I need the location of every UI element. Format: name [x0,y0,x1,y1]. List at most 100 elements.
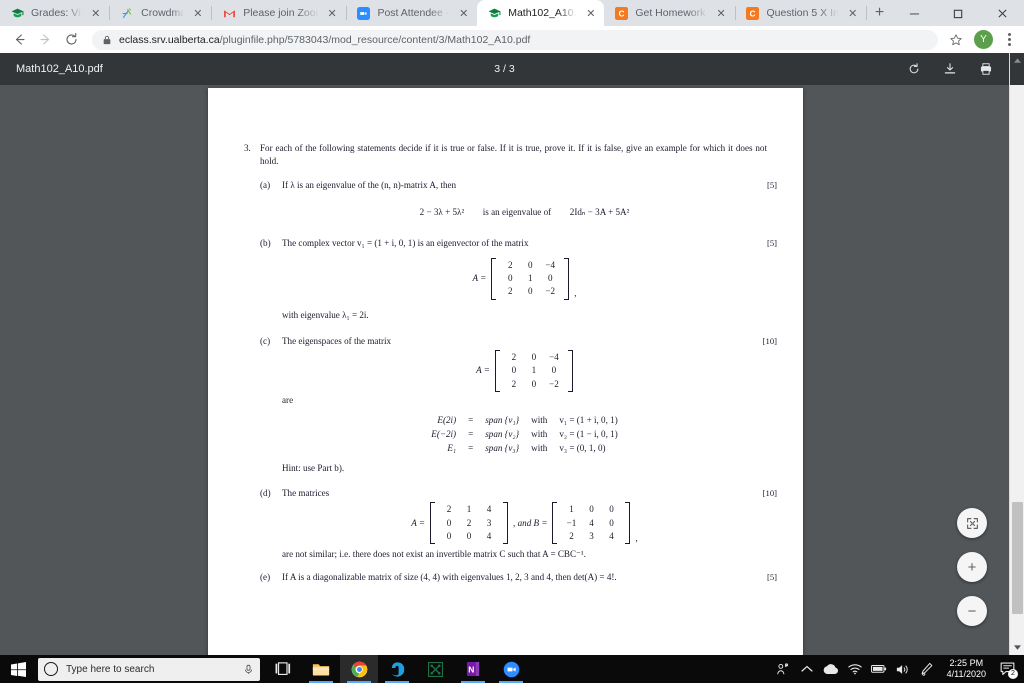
part-b: (b) The complex vector v₁ = (1 + i, 0, 1… [244,237,777,322]
fit-to-page-button[interactable] [957,508,987,538]
show-hidden-icons-chevron[interactable] [795,655,819,683]
address-bar[interactable]: eclass.srv.ualberta.ca/pluginfile.php/57… [92,29,938,50]
battery-icon[interactable] [867,655,891,683]
matrix-cell: 1 [569,504,574,515]
part-d-matrix-trailer: , [635,532,638,543]
browser-tab-grades-view[interactable]: Grades: View ✕ [0,0,109,26]
minimize-icon[interactable] [892,0,936,26]
volume-icon[interactable] [891,655,915,683]
browser-tab-math102-pdf[interactable]: Math102_A10.pdf ✕ [477,0,605,26]
browser-tab-get-homework-help[interactable]: C Get Homework He ✕ [604,0,734,26]
matrix-cell: 0 [527,286,533,297]
part-c-matrix: 2 0 −4 0 1 0 2 0 −2 [494,349,573,393]
zoom-icon[interactable] [492,655,530,683]
forward-arrow-icon[interactable] [32,27,58,53]
chrome-icon[interactable] [340,655,378,683]
kebab-menu-icon[interactable] [1000,29,1018,51]
svg-text:N: N [468,664,474,674]
onedrive-cloud-icon[interactable] [819,655,843,683]
pdf-page-indicator: 3 / 3 [494,63,515,75]
matrix-cell: 4 [486,504,492,515]
pen-icon[interactable] [915,655,939,683]
scroll-down-arrow-icon[interactable] [1010,640,1024,655]
excel-icon[interactable] [416,655,454,683]
screen: Grades: View ✕ Crowdmark ✕ Please j [0,0,1024,683]
eq-sign: = [468,443,474,454]
eigenspace-label: E₁ [447,443,457,454]
task-view-icon[interactable] [264,655,302,683]
span-expr: span {v₂} [485,429,520,440]
matrix-cell: 0 [531,378,537,389]
matrix-cell: −4 [545,259,556,270]
part-c-connector: are [282,395,294,406]
tab-close-icon[interactable]: ✕ [583,6,598,21]
star-icon[interactable] [945,29,967,51]
zoom-in-button[interactable]: + [957,552,987,582]
question-number: 3. [244,143,251,153]
pdf-toolbar: Math102_A10.pdf 3 / 3 [0,53,1009,85]
tab-close-icon[interactable]: ✕ [845,6,860,21]
tab-close-icon[interactable]: ✕ [88,6,103,21]
part-d-matrix-join: , and B = [513,517,548,528]
reload-icon[interactable] [58,27,84,53]
page-scrollbar[interactable] [1009,53,1024,655]
matrix-cell: 0 [527,259,533,270]
matrix-cell: −2 [545,286,556,297]
question-3: 3. For each of the following statements … [244,142,767,168]
eigenspace-label: E(2i) [437,414,457,425]
close-icon[interactable] [980,0,1024,26]
new-tab-button[interactable]: + [867,0,892,26]
table-row: E(−2i) = span {v₂} with v₂ = (1 − i, 0, … [425,427,623,441]
scrollbar-thumb[interactable] [1012,502,1023,614]
maximize-icon[interactable] [936,0,980,26]
part-d-text: The matrices [282,488,330,499]
part-e: (e) If A is a diagonalizable matrix of s… [244,571,777,584]
tab-title: Get Homework He [635,7,707,19]
chegg-icon: C [614,6,628,20]
matrix-cell: 2 [511,378,517,389]
with-word: with [531,429,548,440]
tab-close-icon[interactable]: ✕ [456,6,471,21]
taskbar-clock[interactable]: 2:25 PM 4/11/2020 [939,658,994,681]
tab-close-icon[interactable]: ✕ [714,6,729,21]
action-center-icon[interactable]: 2 [994,655,1020,683]
tab-close-icon[interactable]: ✕ [190,6,205,21]
browser-tab-post-attendee[interactable]: Post Attendee - Zo ✕ [346,0,477,26]
back-arrow-icon[interactable] [6,27,32,53]
download-icon[interactable] [941,60,959,78]
windows-taskbar: Type here to search N 2:25 PM 4/11/2020 … [0,655,1024,683]
table-row: E₁ = span {v₃} with v₃ = (0, 1, 0) [425,441,623,455]
question-intro-text: For each of the following statements dec… [260,143,767,166]
rotate-icon[interactable] [905,60,923,78]
part-a-display: 2 − 3λ + 5λ² is an eigenvalue of 2Idₙ − … [282,206,767,219]
matrix-row: 0 0 4 [439,530,499,543]
bracket-right [503,502,509,545]
edge-icon[interactable] [378,655,416,683]
microphone-icon[interactable] [242,664,254,675]
scroll-up-arrow-icon[interactable] [1010,53,1024,68]
matrix-cell: 1 [466,504,472,515]
file-explorer-icon[interactable] [302,655,340,683]
windows-start-icon[interactable] [0,655,36,683]
search-input[interactable]: Type here to search [38,657,260,681]
wifi-icon[interactable] [843,655,867,683]
zoom-out-button[interactable]: − [957,596,987,626]
part-d: (d) The matrices A = 2 1 4 0 2 3 0 0 4 ,… [244,487,777,561]
browser-tab-crowdmark[interactable]: Crowdmark ✕ [110,0,211,26]
matrix-row: 2 3 4 [561,530,621,543]
matrix-cell: 2 [511,351,517,362]
browser-tab-zoom-invite[interactable]: Please join Zoom n ✕ [212,0,345,26]
tab-close-icon[interactable]: ✕ [325,6,340,21]
vector-expr: v₃ = (0, 1, 0) [559,443,606,454]
avatar[interactable]: Y [974,30,993,49]
eq-sign: = [468,414,474,425]
print-icon[interactable] [977,60,995,78]
onedrive-people-icon[interactable] [771,655,795,683]
browser-tab-question-5[interactable]: C Question 5 X Incor ✕ [735,0,866,26]
part-c-text: The eigenspaces of the matrix [282,335,392,346]
matrix-cell: 4 [609,530,614,541]
part-a-expr-left: 2 − 3λ + 5λ² [419,206,465,217]
onenote-icon[interactable]: N [454,655,492,683]
taskbar-pinned-icons: N [264,655,530,683]
part-c-hint: Hint: use Part b). [282,463,345,474]
